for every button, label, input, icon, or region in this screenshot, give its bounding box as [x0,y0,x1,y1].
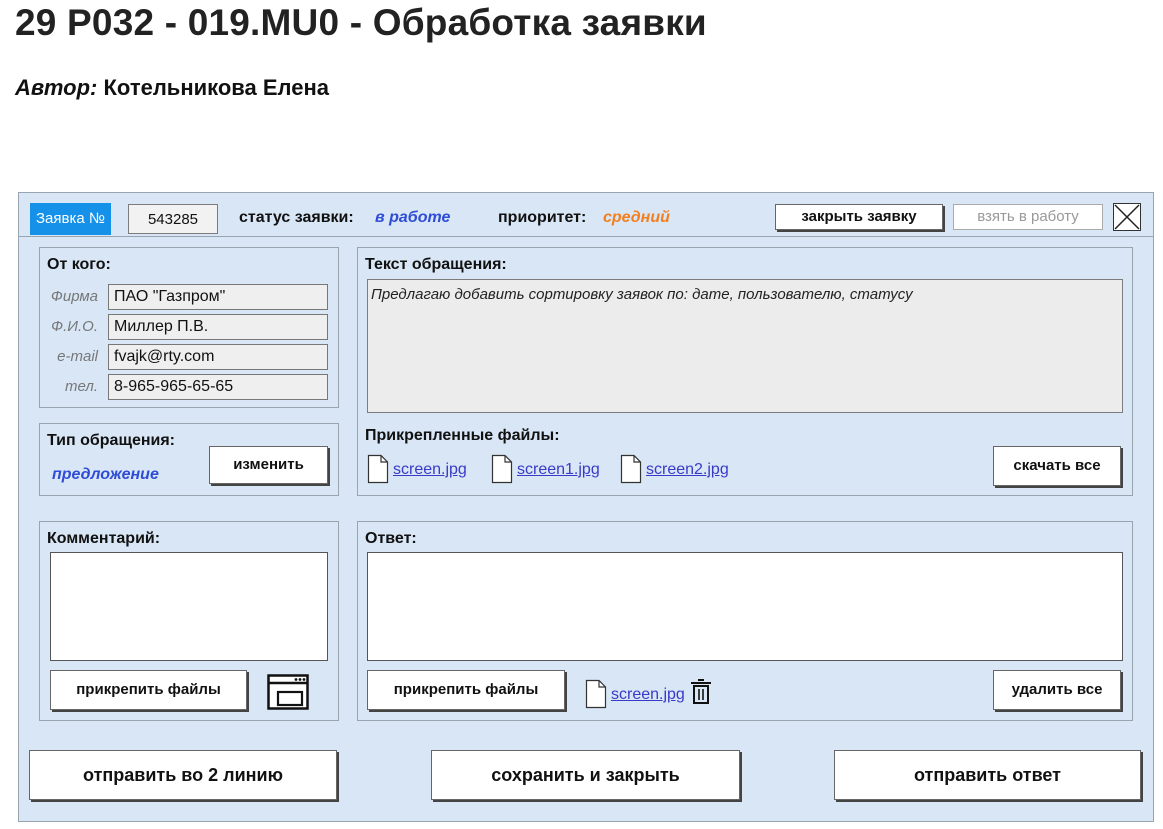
send-answer-button[interactable]: отправить ответ [834,750,1141,800]
author-label: Автор: [15,75,98,100]
comment-textarea[interactable] [50,552,328,661]
request-header: Заявка № 543285 статус заявки: в работе … [19,193,1153,237]
message-panel: Текст обращения: Предлагаю добавить сорт… [357,247,1133,496]
close-window-button[interactable] [1113,203,1141,231]
close-request-button[interactable]: закрыть заявку [775,204,943,230]
window-icon[interactable] [267,674,309,710]
change-type-button[interactable]: изменить [209,446,328,484]
fio-field[interactable]: Миллер П.В. [108,314,328,340]
company-label: Фирма [50,288,98,305]
message-title: Текст обращения: [365,256,507,273]
send-second-line-button[interactable]: отправить во 2 линию [29,750,337,800]
delete-all-button[interactable]: удалить все [993,670,1121,710]
file-link[interactable]: screen.jpg [393,461,467,479]
request-type-panel: Тип обращения: предложение изменить [39,423,339,496]
phone-field[interactable]: 8-965-965-65-65 [108,374,328,400]
answer-panel: Ответ: прикрепить файлы screen.jpg удали… [357,521,1133,721]
answer-textarea[interactable] [367,552,1123,661]
save-and-close-button[interactable]: сохранить и закрыть [431,750,740,800]
file-icon [491,454,513,484]
request-number-label: Заявка № [30,203,111,235]
file-link[interactable]: screen2.jpg [646,461,729,479]
answer-attach-button[interactable]: прикрепить файлы [367,670,565,710]
comment-title: Комментарий: [47,530,161,547]
comment-attach-button[interactable]: прикрепить файлы [50,670,247,710]
request-number-field: 543285 [128,204,218,234]
request-type-title: Тип обращения: [47,432,175,449]
email-label: e-mail [57,348,98,365]
status-value: в работе [375,209,451,226]
take-to-work-button[interactable]: взять в работу [953,204,1103,230]
trash-icon[interactable] [690,679,712,705]
comment-panel: Комментарий: прикрепить файлы [39,521,339,721]
attachments-title: Прикрепленные файлы: [365,427,560,444]
request-type-value: предложение [52,466,159,483]
file-icon [585,679,607,709]
sender-title: От кого: [47,256,111,273]
close-icon [1114,204,1140,230]
author-line: Автор: Котельникова Елена [15,75,329,101]
author-name: Котельникова Елена [103,75,330,100]
message-text: Предлагаю добавить сортировку заявок по:… [367,279,1123,413]
file-icon [620,454,642,484]
phone-label: тел. [65,378,98,395]
answer-title: Ответ: [365,530,417,547]
page-title: 29 P032 - 019.MU0 - Обработка заявки [15,2,707,43]
priority-value: средний [603,209,670,226]
fio-label: Ф.И.О. [51,318,98,335]
file-link[interactable]: screen1.jpg [517,461,600,479]
file-icon [367,454,389,484]
company-field[interactable]: ПАО "Газпром" [108,284,328,310]
file-link[interactable]: screen.jpg [611,686,685,704]
sender-panel: От кого: Фирма ПАО "Газпром" Ф.И.О. Милл… [39,247,339,408]
email-field[interactable]: fvajk@rty.com [108,344,328,370]
priority-label: приоритет: [498,209,587,226]
request-window: Заявка № 543285 статус заявки: в работе … [18,192,1154,822]
download-all-button[interactable]: скачать все [993,446,1121,486]
status-label: статус заявки: [239,209,354,226]
